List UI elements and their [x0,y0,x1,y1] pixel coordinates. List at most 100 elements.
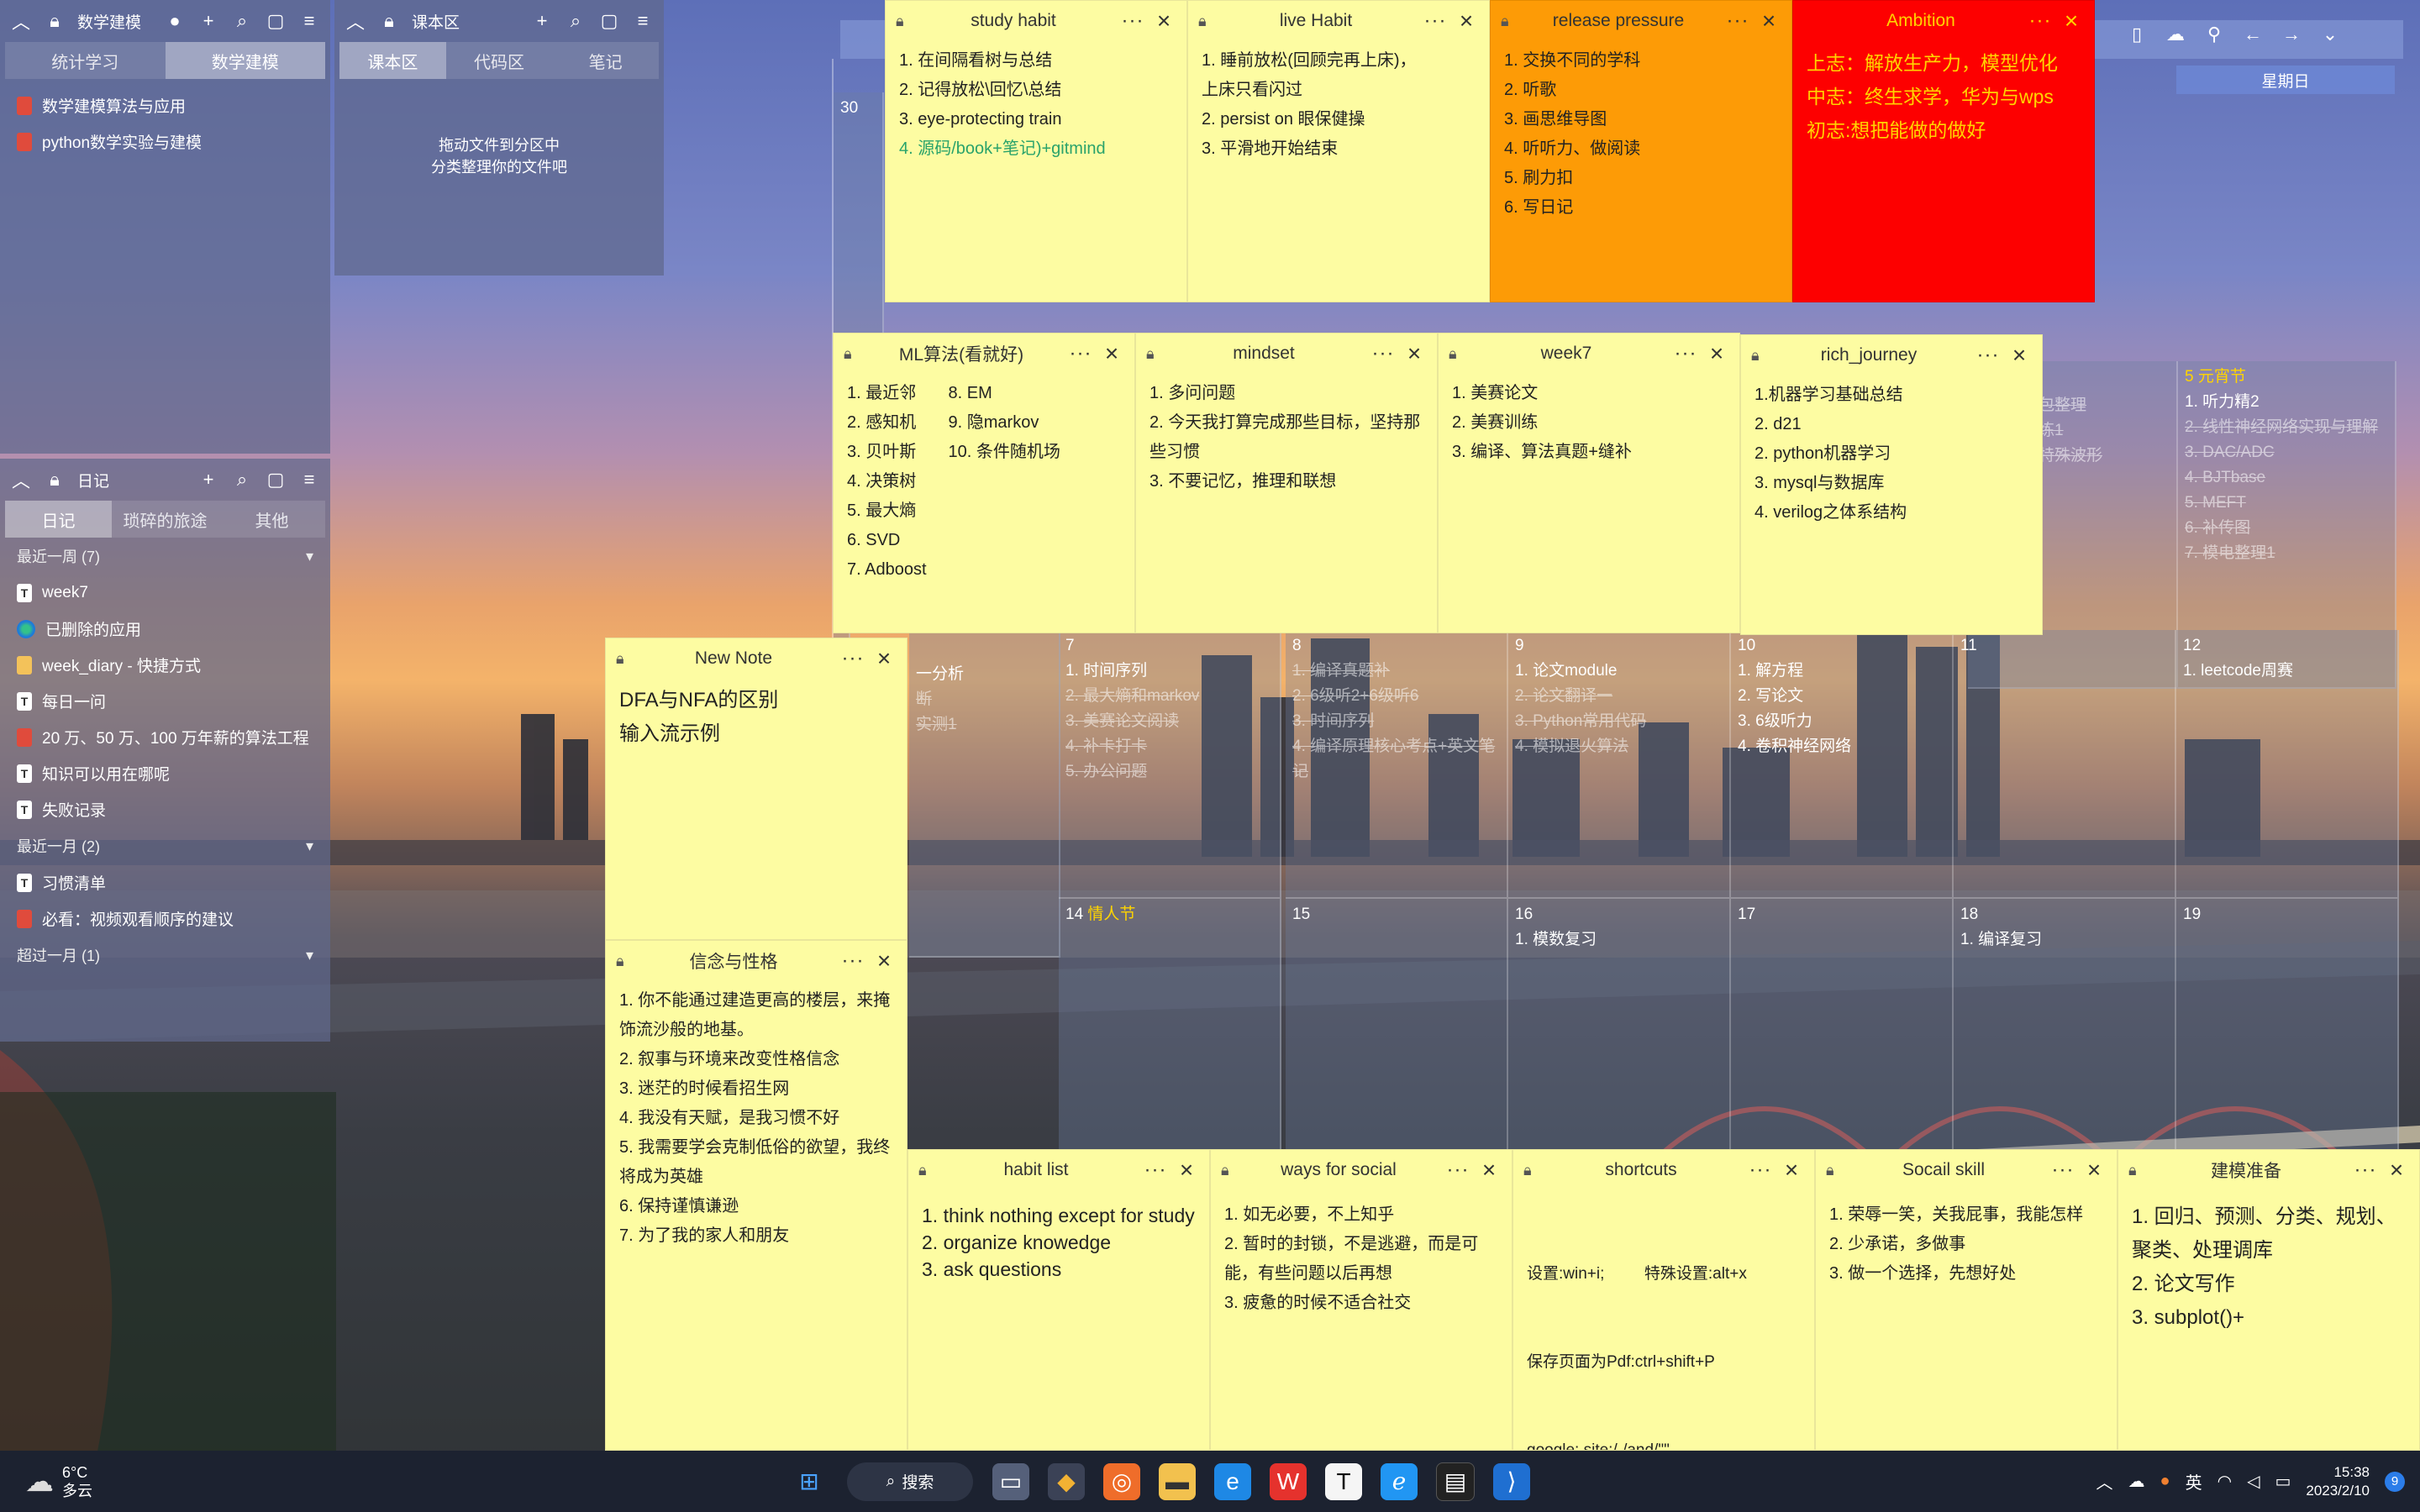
task-view-icon[interactable]: ▭ [992,1462,1029,1500]
vscode-icon[interactable]: ⟩ [1493,1462,1530,1500]
more-icon[interactable]: ··· [1719,9,1756,33]
lock-icon[interactable]: 🔒︎ [2128,1162,2145,1179]
tab-journey[interactable]: 琐碎的旅途 [112,501,218,538]
menu-icon[interactable]: ≡ [298,469,320,491]
more-icon[interactable]: ··· [1417,9,1454,33]
more-icon[interactable]: ··· [1970,344,2007,367]
menu-icon[interactable]: ≡ [632,10,654,32]
lock-icon[interactable]: 🔒︎ [1751,347,1768,365]
lock-icon[interactable]: 🔒︎ [44,10,66,32]
more-icon[interactable]: ··· [2044,1158,2081,1182]
note-week7[interactable]: 🔒︎ week7 ··· × 1. 美赛论文 2. 美赛训练 3. 编译、算法真题+缝… [1438,333,1740,633]
tab-notes[interactable]: 笔记 [552,42,659,79]
lock-icon[interactable]: 🔒︎ [1501,13,1518,30]
file-item[interactable]: Tweek7 [17,575,313,611]
more-icon[interactable]: ··· [834,647,871,670]
calendar-cell[interactable]: 17 [1731,899,1954,1151]
note-live-habit[interactable]: 🔒︎ live Habit ··· × 1. 睡前放松(回顾完再上床)， 上床只看闪过… [1187,0,1490,302]
calendar-cell[interactable]: 14 情人节 [1059,899,1281,1151]
close-icon[interactable]: × [2059,8,2084,34]
shirt-icon[interactable]: ▢ [598,10,620,32]
group-recent-month[interactable]: 最近一月 (2) ▾ [0,827,330,864]
start-icon[interactable]: ⊞ [791,1463,828,1500]
close-icon[interactable]: × [1402,340,1427,367]
close-icon[interactable]: × [1454,8,1479,34]
file-item[interactable]: T 每日一问 [17,683,313,719]
e-app-icon[interactable]: ℯ [1381,1462,1418,1500]
lock-icon[interactable]: 🔒︎ [44,469,66,491]
note-modeling-prep[interactable]: 🔒︎ 建模准备 ··· × 1. 回归、预测、分类、规划、聚类、处理调库 2. 论文写… [2118,1149,2420,1451]
tab-math-modeling[interactable]: 数学建模 [165,42,325,79]
calendar-cell[interactable]: 30 [834,92,884,370]
calendar-cell[interactable]: 10 1. 解方程 2. 写论文 3. 6级听力 4. 卷积神经网络 [1731,630,1954,899]
file-explorer-icon[interactable]: ▬ [1159,1462,1196,1500]
group-recent-week[interactable]: 最近一周 (7) ▾ [0,538,330,575]
collapse-icon[interactable]: ︿ [345,10,366,33]
tab-statistics[interactable]: 统计学习 [5,42,166,79]
terminal-icon[interactable]: ▤ [1436,1462,1475,1501]
arrow-left-icon[interactable]: ← [2242,24,2264,45]
more-icon[interactable]: ··· [2022,9,2059,33]
search-icon[interactable]: ⌕ [231,469,253,491]
note-new-note[interactable]: 🔒︎ New Note ··· × DFA与NFA的区别 输入流示例 [605,638,908,940]
file-item[interactable]: week_diary - 快捷方式 [17,647,313,683]
wifi-icon[interactable]: ◠ [2217,1471,2232,1492]
tab-textbooks[interactable]: 课本区 [339,42,446,79]
phone-icon[interactable]: ▯ [2126,24,2148,45]
notification-badge[interactable]: 9 [2385,1471,2405,1492]
tab-code[interactable]: 代码区 [446,42,553,79]
note-ml-algorithms[interactable]: 🔒︎ ML算法(看就好) ··· × 1. 最近邻 2. 感知机 3. 贝叶斯 4. … [833,333,1135,633]
chevron-up-icon[interactable]: ︿ [2096,1469,2113,1494]
file-item[interactable]: T 习惯清单 [17,864,313,900]
lock-icon[interactable]: 🔒︎ [378,10,400,32]
more-icon[interactable]: ··· [1114,9,1151,33]
file-item[interactable]: 数学建模算法与应用 [17,87,313,123]
more-icon[interactable]: ··· [1062,342,1099,365]
more-icon[interactable]: ··· [1365,342,1402,365]
calendar-cell[interactable]: 一分析 断 实测1 [909,630,1060,958]
calendar-cell[interactable]: 18 1. 编译复习 [1954,899,2176,1151]
more-icon[interactable]: ··· [1137,1158,1174,1182]
note-shortcuts[interactable]: 🔒︎ shortcuts ··· × 设置:win+i; 特殊设置:alt+x 保存页… [1512,1149,1815,1451]
lock-icon[interactable]: 🔒︎ [1198,13,1215,30]
lock-icon[interactable]: 🔒︎ [1523,1162,1540,1179]
calendar-cell[interactable]: 8 1. 编译真题补 2. 6级听2+6级听6 3. 时间序列 4. 编译原理核心考点+… [1286,630,1508,899]
weather-widget[interactable]: ☁ 6°C 多云 [25,1463,781,1500]
chrome-icon[interactable]: ◎ [1103,1462,1140,1500]
note-social-skill[interactable]: 🔒︎ Socail skill ··· × 1. 荣辱一笑，关我屁事，我能怎样 2. … [1815,1149,2118,1451]
close-icon[interactable]: × [1174,1157,1199,1184]
note-mindset[interactable]: 🔒︎ mindset ··· × 1. 多问问题 2. 今天我打算完成那些目标，坚持那… [1135,333,1438,633]
note-character[interactable]: 🔒︎ 信念与性格 ··· × 1. 你不能通过建造更高的楼层，来掩饰流沙般的地基。 2… [605,940,908,1451]
input-method[interactable]: 英 [2186,1469,2202,1494]
tab-diary[interactable]: 日记 [5,501,112,538]
close-icon[interactable]: × [871,948,897,974]
close-icon[interactable]: × [1704,340,1729,367]
file-item[interactable]: 已删除的应用 [17,611,313,647]
lock-icon[interactable]: 🔒︎ [896,13,913,30]
taskbar-search[interactable]: ⌕ 搜索 [847,1462,973,1501]
note-ambition[interactable]: Ambition ··· × 上志：解放生产力，模型优化 中志：终生求学，华为与wp… [1792,0,2095,302]
calendar-cell[interactable]: 12 1. leetcode周赛 [2176,630,2399,899]
file-item[interactable]: 必看：视频观看顺序的建议 [17,900,313,937]
file-item[interactable]: T 失败记录 [17,791,313,827]
more-icon[interactable]: ··· [834,949,871,973]
file-item[interactable]: T 知识可以用在哪呢 [17,755,313,791]
lock-icon[interactable]: 🔒︎ [844,345,860,363]
calendar-cell[interactable]: 19 [2176,899,2399,1151]
close-icon[interactable]: × [1151,8,1176,34]
collapse-icon[interactable]: ︿ [10,469,32,491]
close-icon[interactable]: × [1779,1157,1804,1184]
lock-icon[interactable]: 🔒︎ [1449,345,1465,363]
close-icon[interactable]: × [2007,342,2032,369]
note-social[interactable]: 🔒︎ ways for social ··· × 1. 如无必要，不上知乎 2. 暂时… [1210,1149,1512,1451]
lock-icon[interactable]: 🔒︎ [1826,1162,1843,1179]
clock[interactable]: 15:38 2023/2/10 [2306,1463,2370,1500]
lock-icon[interactable]: 🔒︎ [616,953,633,970]
close-icon[interactable]: × [1756,8,1781,34]
collapse-icon[interactable]: ︿ [10,10,32,33]
cloud-sync-icon[interactable]: ☁ [2165,24,2186,45]
lock-icon[interactable]: 🔒︎ [918,1162,935,1179]
search-icon[interactable]: ⌕ [565,10,587,32]
shirt-icon[interactable]: ▢ [265,10,287,32]
note-rich-journey[interactable]: 🔒︎ rich_journey ··· × 1.机器学习基础总结 2. d21 2. … [1740,334,2043,635]
